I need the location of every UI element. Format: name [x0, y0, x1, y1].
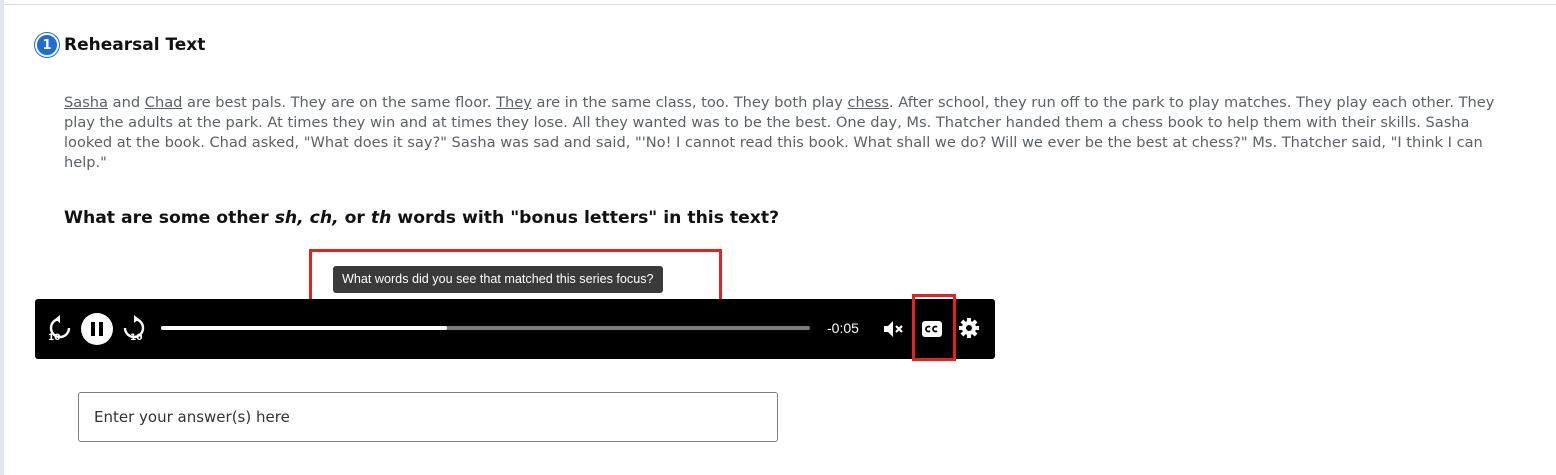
passage-text: are in the same class, too. They both pl… — [531, 94, 848, 111]
progress-bar-fill — [161, 326, 447, 330]
step-number-badge: 1 — [35, 33, 59, 57]
passage-word-chad[interactable]: Chad — [145, 94, 183, 111]
passage-word-chess[interactable]: chess — [848, 94, 889, 111]
question-emphasis: th — [370, 208, 392, 228]
question-emphasis: sh, ch, — [274, 208, 339, 228]
question-text: words with "bonus letters" in this text? — [391, 208, 780, 228]
cc-highlight-box — [912, 294, 956, 361]
section-title: Rehearsal Text — [64, 35, 206, 55]
question-text: What are some other — [64, 208, 275, 228]
rewind-10-button[interactable]: 10 — [47, 315, 73, 343]
pause-icon — [91, 322, 103, 336]
pause-button[interactable] — [81, 313, 113, 345]
left-border — [0, 0, 4, 475]
passage-word-sasha[interactable]: Sasha — [64, 94, 108, 111]
rewind-10-icon: 10 — [48, 315, 71, 343]
section-header: 1 Rehearsal Text — [35, 33, 205, 57]
svg-text:10: 10 — [130, 333, 143, 343]
mute-icon — [884, 321, 903, 337]
mute-button[interactable] — [881, 317, 905, 341]
settings-button[interactable] — [957, 316, 981, 340]
forward-10-icon: 10 — [123, 315, 145, 343]
rehearsal-passage: Sasha and Chad are best pals. They are o… — [64, 93, 1509, 173]
caption-tooltip: What words did you see that matched this… — [333, 266, 663, 293]
passage-word-they[interactable]: They — [496, 94, 532, 111]
top-divider — [4, 4, 1556, 5]
forward-10-button[interactable]: 10 — [121, 315, 147, 343]
question-prompt: What are some other sh, ch, or th words … — [64, 208, 779, 228]
progress-bar[interactable] — [161, 326, 810, 330]
audio-player: 10 10 -0:05 — [35, 299, 995, 359]
svg-text:10: 10 — [48, 333, 61, 343]
settings-gear-icon — [959, 318, 979, 338]
question-text: or — [338, 208, 371, 228]
answer-input[interactable] — [78, 392, 778, 442]
time-remaining: -0:05 — [827, 320, 859, 336]
passage-text: are best pals. They are on the same floo… — [182, 94, 497, 111]
passage-text: and — [108, 94, 145, 111]
